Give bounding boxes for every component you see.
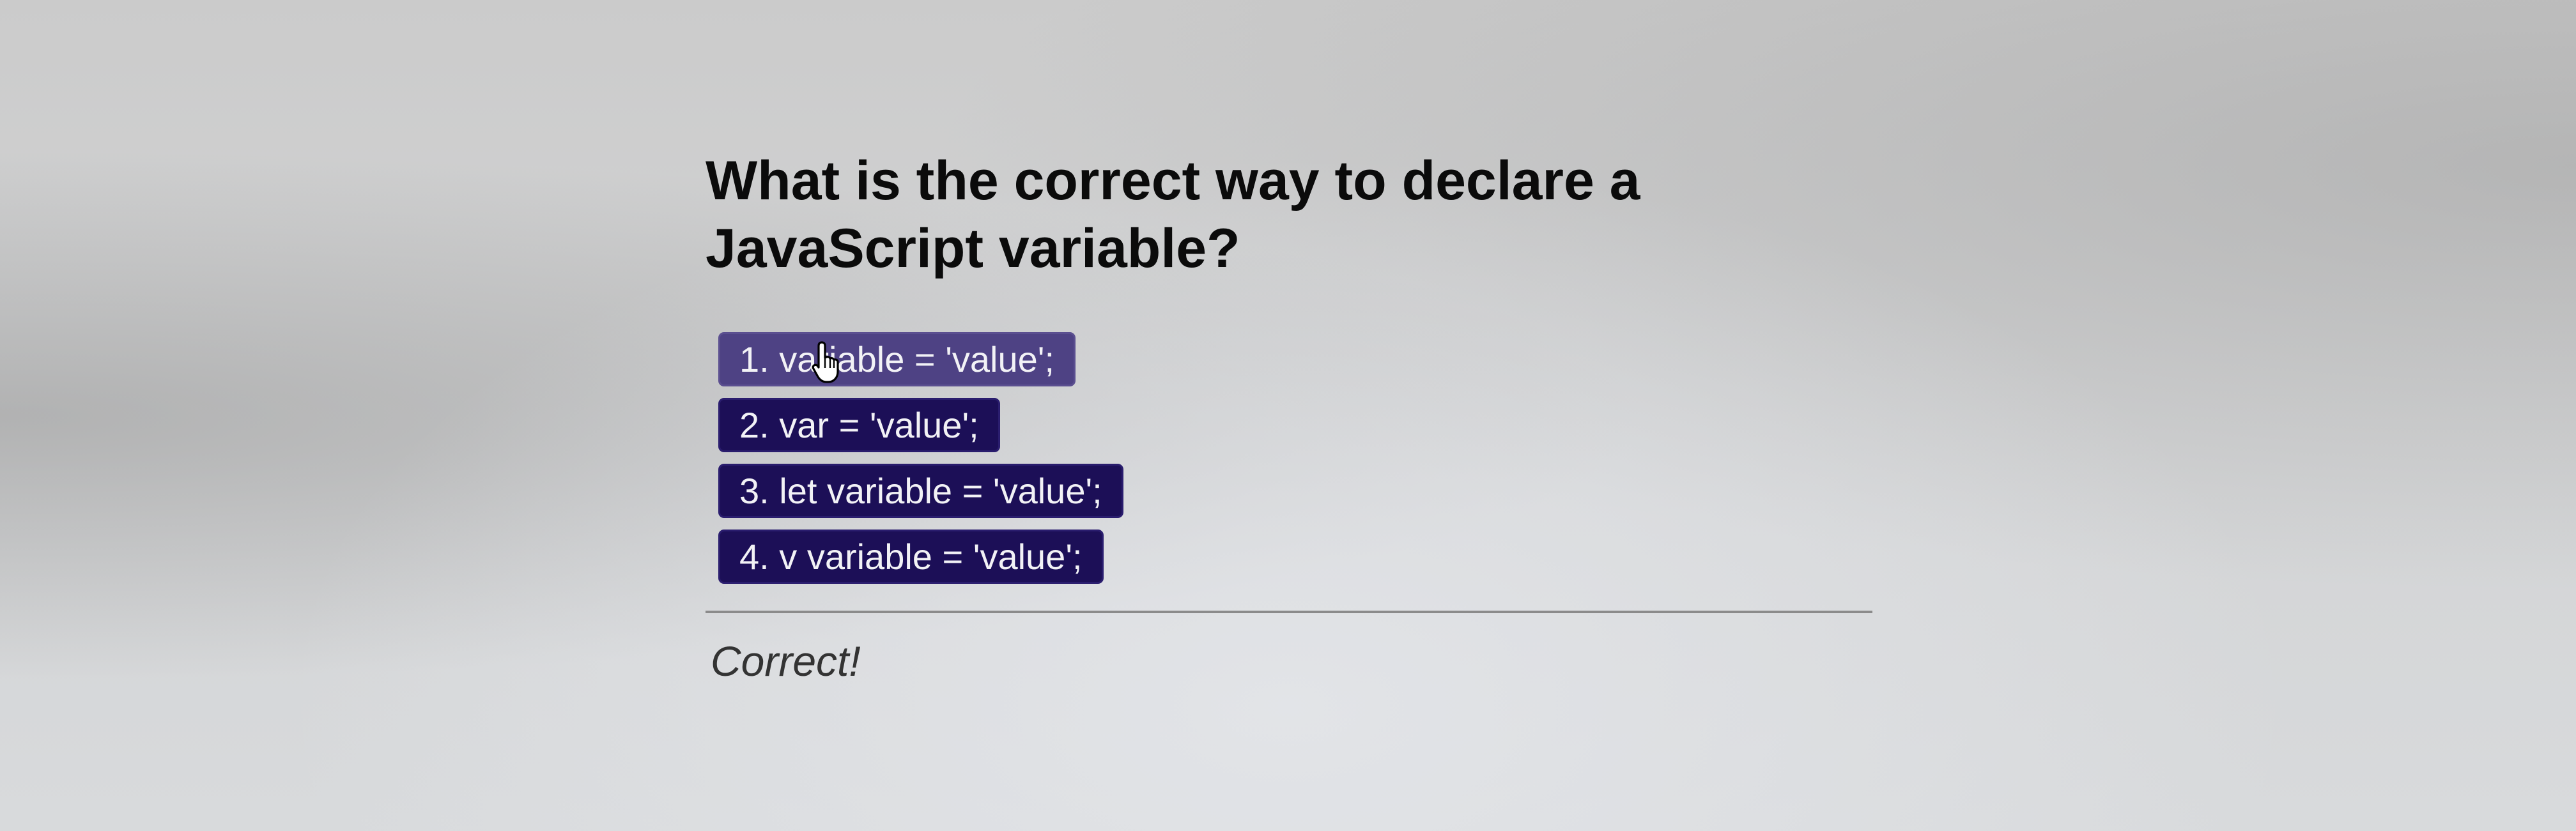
answer-options: 1. variable = 'value'; 2. var = 'value';… (718, 332, 1879, 584)
answer-option-4[interactable]: 4. v variable = 'value'; (718, 530, 1104, 584)
feedback-message: Correct! (711, 637, 861, 685)
answer-option-2[interactable]: 2. var = 'value'; (718, 398, 1000, 452)
question-heading: What is the correct way to declare a Jav… (706, 150, 1640, 279)
divider (706, 611, 1872, 613)
answer-option-1[interactable]: 1. variable = 'value'; (718, 332, 1076, 386)
answer-option-3[interactable]: 3. let variable = 'value'; (718, 464, 1123, 518)
quiz-container: What is the correct way to declare a Jav… (706, 147, 1879, 690)
hand-pointer-icon (812, 341, 839, 383)
